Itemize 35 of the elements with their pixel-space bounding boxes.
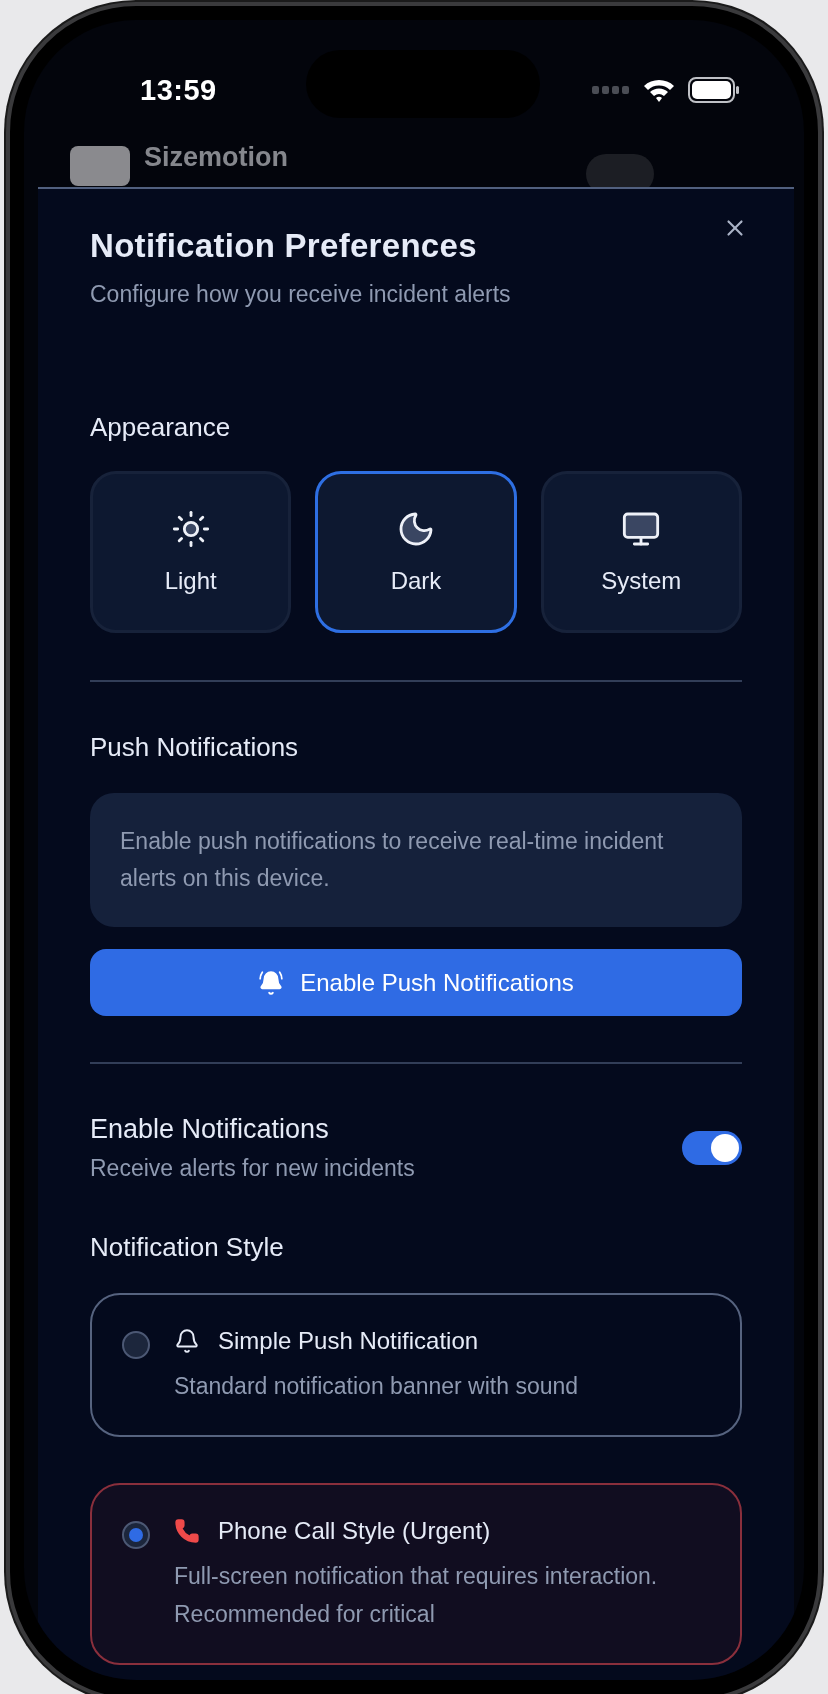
section-heading: Appearance [90, 412, 232, 443]
option-description: Standard notification banner with sound [174, 1372, 579, 1401]
section-heading: Notification Style [90, 1232, 285, 1263]
enable-push-button[interactable]: Enable Push Notifications [90, 949, 742, 1016]
radio-button[interactable] [122, 1331, 150, 1359]
status-time: 13:59 [140, 73, 217, 107]
app-icon [70, 146, 130, 186]
bell-icon [258, 969, 285, 996]
theme-option[interactable]: Dark [315, 471, 517, 633]
setting-title: Enable Notifications [90, 1114, 330, 1145]
wifi-icon [642, 77, 676, 103]
info-box: Enable push notifications to receive real-time incident alerts on this device. [90, 793, 742, 927]
app-title: Sizemotion [144, 142, 288, 173]
sheet-subtitle: Configure how you receive incident alerts [90, 281, 512, 308]
theme-option[interactable]: System [540, 471, 742, 633]
bell-icon [174, 1328, 200, 1354]
theme-label: Light [164, 567, 217, 595]
sheet-title: Notification Preferences [90, 227, 477, 265]
header-pill [586, 154, 654, 187]
phone-icon [174, 1518, 200, 1544]
notifications-toggle[interactable] [682, 1131, 742, 1165]
option-title: Simple Push Notification [218, 1327, 479, 1355]
style-option[interactable]: Simple Push Notification Standard notification banner with sound [90, 1293, 742, 1437]
sun-icon [170, 509, 211, 549]
battery-icon [688, 77, 740, 103]
option-description: Full-screen notification that requires interaction. Recommended for critical [174, 1562, 659, 1629]
theme-option[interactable]: Light [90, 471, 292, 633]
section-heading: Push Notifications [90, 732, 300, 763]
theme-label: System [601, 567, 682, 595]
theme-label: Dark [390, 567, 442, 595]
setting-description: Receive alerts for new incidents [90, 1155, 415, 1182]
option-title: Phone Call Style (Urgent) [218, 1517, 491, 1545]
signal-icon [592, 85, 630, 95]
radio-button[interactable] [122, 1521, 150, 1549]
style-option[interactable]: Phone Call Style (Urgent) Full-screen notification that requires interaction. Recommended for critical [90, 1483, 742, 1665]
